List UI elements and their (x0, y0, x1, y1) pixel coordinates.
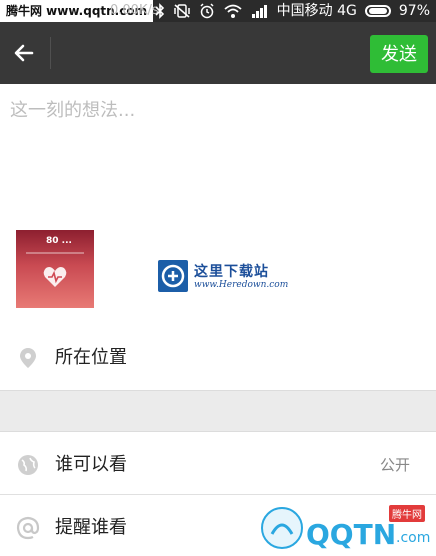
wifi-icon (223, 0, 243, 22)
watermark-subtitle: www.Heredown.com (194, 280, 289, 290)
qqtn-watermark: QQTN 腾牛网 .com (256, 500, 436, 554)
photo-heart-rate-text: 80 ... (46, 236, 72, 246)
qqtn-logo-icon (261, 507, 303, 549)
photo-divider (26, 252, 84, 254)
location-label: 所在位置 (55, 347, 127, 368)
status-icons: 中国移动 4G 97% (155, 0, 430, 22)
battery-icon (364, 5, 391, 17)
location-pin-icon (20, 348, 36, 368)
qqtn-badge: 腾牛网 (389, 505, 425, 522)
carrier-label: 中国移动 4G (276, 3, 357, 19)
thoughts-input[interactable] (10, 96, 420, 206)
at-icon (16, 516, 40, 540)
alarm-icon (199, 0, 215, 22)
arrow-left-icon (14, 44, 34, 62)
watermark-logo-icon (158, 260, 188, 292)
row-divider (0, 494, 436, 495)
visibility-value: 公开 (379, 456, 410, 474)
send-button[interactable]: 发送 (370, 35, 428, 73)
qqtn-text: QQTN (306, 518, 397, 551)
visibility-label: 谁可以看 (55, 454, 127, 475)
location-row[interactable]: 所在位置 (0, 330, 436, 386)
post-composer (0, 84, 436, 224)
battery-percent: 97% (398, 3, 430, 19)
header-divider (50, 37, 51, 69)
globe-icon (18, 455, 38, 475)
qqtn-suffix: .com (396, 530, 431, 546)
top-app-bar: 发送 (0, 22, 436, 84)
vibrate-off-icon (173, 0, 191, 22)
watermark-title: 这里下载站 (194, 264, 269, 280)
back-button[interactable] (4, 33, 44, 73)
status-bar: 腾牛网 www.qqtn.com 0.00K/s 中国移动 4G 97% (0, 0, 436, 22)
attached-photo[interactable]: 80 ... (16, 230, 94, 308)
bluetooth-icon (155, 0, 165, 22)
mention-label: 提醒谁看 (55, 517, 127, 538)
signal-icon (251, 0, 269, 22)
visibility-row[interactable]: 谁可以看 公开 (0, 437, 436, 493)
section-separator (0, 390, 436, 432)
network-speed: 0.00K/s (110, 3, 159, 18)
heart-icon (43, 267, 67, 287)
